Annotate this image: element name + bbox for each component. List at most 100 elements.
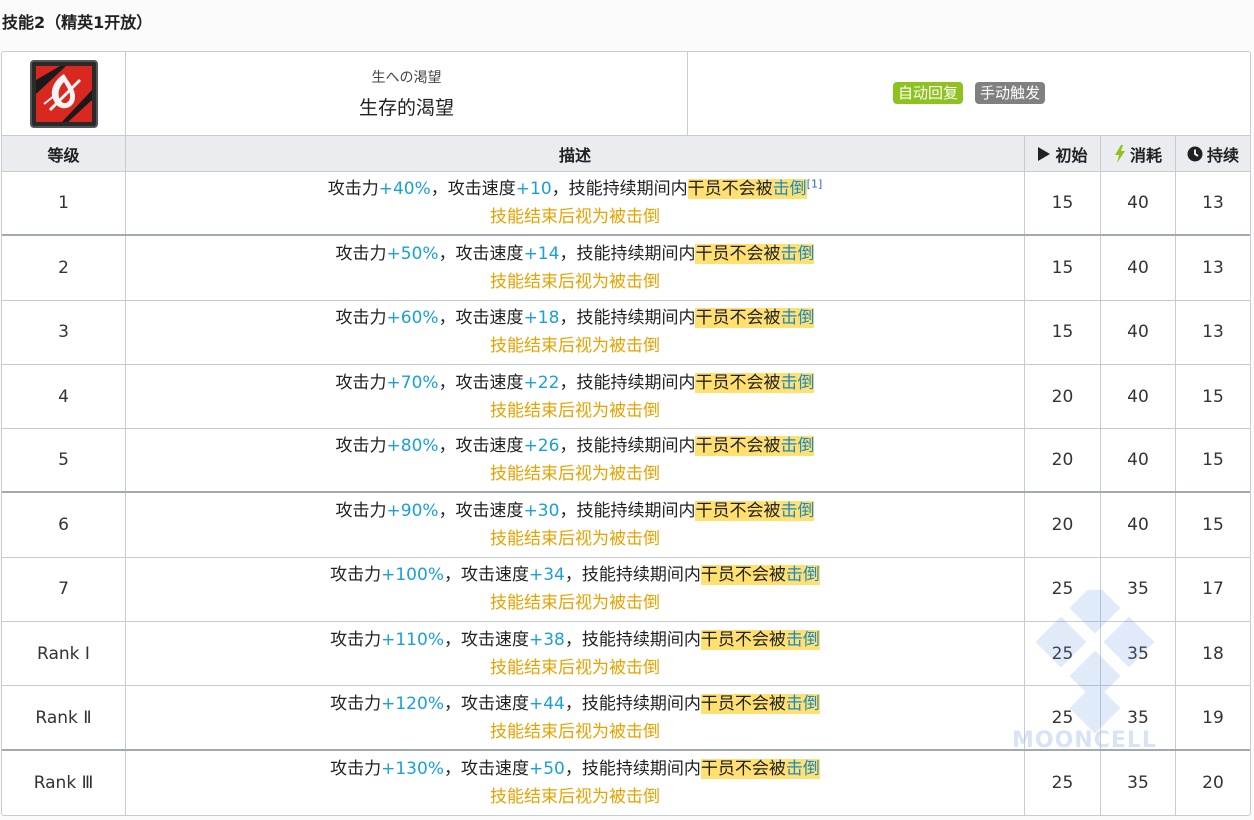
- knockdown-link[interactable]: 击倒: [780, 308, 814, 328]
- row-description: 攻击力+120%，攻击速度+44，技能持续期间内干员不会被击倒 技能结束后视为被…: [126, 686, 1025, 749]
- knockdown-link[interactable]: 击倒: [780, 244, 814, 264]
- atk-label: 攻击力: [330, 565, 382, 586]
- atk-value: +70%: [386, 372, 439, 393]
- row-duration: 20: [1202, 772, 1224, 793]
- row-cost: 40: [1101, 493, 1176, 557]
- atk-value: +50%: [386, 243, 439, 264]
- skill-info-row: 生への渇望 生存的渴望 自动回复 手动触发: [2, 52, 1250, 136]
- desc-mid: ，技能持续期间内: [559, 372, 696, 393]
- highlight-label: 干员不会被: [700, 565, 786, 586]
- aspd-value: +34: [528, 565, 565, 586]
- aspd-label: ，攻击速度: [438, 436, 524, 457]
- highlight-label: 干员不会被: [700, 758, 786, 779]
- table-row: 5 攻击力+80%，攻击速度+26，技能持续期间内干员不会被击倒 技能结束后视为…: [2, 429, 1250, 494]
- row-cost: 35: [1101, 622, 1176, 686]
- skill-icon: [29, 59, 98, 128]
- atk-label: 攻击力: [335, 243, 387, 264]
- footnote-link[interactable]: [1]: [807, 177, 823, 190]
- watermark-text: MOONCELL: [1012, 728, 1157, 753]
- row-cost: 40: [1101, 429, 1176, 492]
- desc-main: 攻击力+80%，攻击速度+26，技能持续期间内干员不会被击倒: [336, 432, 815, 460]
- knockdown-link[interactable]: 击倒: [786, 630, 820, 650]
- aspd-label: ，攻击速度: [438, 501, 524, 522]
- aspd-value: +14: [523, 243, 560, 264]
- desc-mid: ，技能持续期间内: [564, 693, 701, 714]
- row-initial: 25: [1025, 622, 1101, 686]
- desc-mid: ，技能持续期间内: [559, 243, 696, 264]
- row-description: 攻击力+50%，攻击速度+14，技能持续期间内干员不会被击倒 技能结束后视为被击…: [126, 236, 1025, 300]
- row-level: 7: [2, 557, 126, 622]
- highlight-text: 干员不会被击倒: [700, 629, 820, 650]
- aspd-value: +22: [523, 372, 560, 393]
- table-header: 等级 描述 初始 消耗 持续: [2, 136, 1250, 172]
- header-level: 等级: [2, 136, 126, 171]
- aspd-label: ，攻击速度: [443, 629, 529, 650]
- highlight-label: 干员不会被: [687, 179, 773, 200]
- clock-icon: [1187, 146, 1203, 161]
- desc-mid: ，技能持续期间内: [559, 501, 696, 522]
- desc-mid: ，技能持续期间内: [559, 436, 696, 457]
- row-duration: 13: [1202, 257, 1224, 278]
- atk-value: +130%: [381, 758, 444, 779]
- row-duration: 13: [1202, 322, 1224, 343]
- knockdown-link[interactable]: 击倒: [780, 436, 814, 456]
- desc-mid: ，技能持续期间内: [559, 308, 696, 329]
- row-level: Rank Ⅲ: [2, 750, 126, 815]
- row-initial: 20: [1025, 493, 1101, 557]
- header-cost-label: 消耗: [1129, 145, 1162, 165]
- atk-label: 攻击力: [335, 308, 387, 329]
- row-duration: 17: [1202, 579, 1224, 600]
- highlight-text: 干员不会被击倒: [687, 179, 807, 200]
- table-row: 4 攻击力+70%，攻击速度+22，技能持续期间内干员不会被击倒 技能结束后视为…: [2, 364, 1250, 430]
- aspd-value: +38: [528, 629, 565, 650]
- atk-label: 攻击力: [327, 179, 379, 200]
- row-initial: 15: [1025, 172, 1101, 235]
- desc-note: 技能结束后视为被击倒: [490, 593, 660, 614]
- table-row: 1 攻击力+40%，攻击速度+10，技能持续期间内干员不会被击倒[1] 技能结束…: [2, 172, 1250, 237]
- aspd-label: ，攻击速度: [438, 308, 524, 329]
- aspd-value: +50: [528, 758, 565, 779]
- row-initial: 25: [1025, 557, 1101, 622]
- row-level: Rank Ⅱ: [2, 686, 126, 749]
- row-initial: 20: [1025, 429, 1101, 492]
- desc-note: 技能结束后视为被击倒: [490, 721, 660, 742]
- row-level: 4: [2, 364, 126, 429]
- knockdown-link[interactable]: 击倒: [773, 179, 807, 199]
- desc-note: 技能结束后视为被击倒: [490, 400, 660, 421]
- knockdown-link[interactable]: 击倒: [786, 565, 820, 585]
- knockdown-link[interactable]: 击倒: [786, 694, 820, 714]
- atk-value: +40%: [378, 179, 431, 200]
- header-cost: 消耗: [1101, 136, 1176, 171]
- knockdown-link[interactable]: 击倒: [780, 373, 814, 393]
- aspd-label: ，攻击速度: [443, 758, 529, 779]
- row-cost: 40: [1101, 364, 1176, 429]
- atk-value: +100%: [381, 565, 444, 586]
- tag-auto-recovery: 自动回复: [892, 81, 963, 104]
- play-icon: [1038, 146, 1051, 161]
- table-body: 1 攻击力+40%，攻击速度+10，技能持续期间内干员不会被击倒[1] 技能结束…: [2, 172, 1250, 815]
- row-level: 2: [2, 236, 126, 300]
- row-description: 攻击力+70%，攻击速度+22，技能持续期间内干员不会被击倒 技能结束后视为被击…: [126, 364, 1025, 429]
- atk-label: 攻击力: [330, 693, 382, 714]
- row-duration: 19: [1202, 707, 1224, 728]
- highlight-text: 干员不会被击倒: [695, 501, 815, 522]
- table-row: 2 攻击力+50%，攻击速度+14，技能持续期间内干员不会被击倒 技能结束后视为…: [2, 236, 1250, 301]
- knockdown-link[interactable]: 击倒: [786, 759, 820, 779]
- row-description: 攻击力+40%，攻击速度+10，技能持续期间内干员不会被击倒[1] 技能结束后视…: [126, 172, 1025, 235]
- desc-main: 攻击力+60%，攻击速度+18，技能持续期间内干员不会被击倒: [336, 304, 815, 332]
- skill-icon-cell: [2, 52, 126, 135]
- knockdown-link[interactable]: 击倒: [780, 501, 814, 521]
- highlight-label: 干员不会被: [695, 501, 781, 522]
- skill-name-jp: 生への渇望: [371, 70, 442, 86]
- skill-table: 生への渇望 生存的渴望 自动回复 手动触发 等级 描述 初始 消耗 持续 1 攻…: [1, 51, 1251, 816]
- highlight-label: 干员不会被: [695, 308, 781, 329]
- table-row: 6 攻击力+90%，攻击速度+30，技能持续期间内干员不会被击倒 技能结束后视为…: [2, 493, 1250, 558]
- aspd-label: ，攻击速度: [438, 243, 524, 264]
- row-cost: 40: [1101, 236, 1176, 300]
- row-cost: 40: [1101, 300, 1176, 364]
- aspd-value: +26: [523, 436, 560, 457]
- highlight-text: 干员不会被击倒: [695, 308, 815, 329]
- desc-note: 技能结束后视为被击倒: [490, 271, 660, 292]
- atk-value: +80%: [386, 436, 439, 457]
- aspd-label: ，攻击速度: [430, 179, 516, 200]
